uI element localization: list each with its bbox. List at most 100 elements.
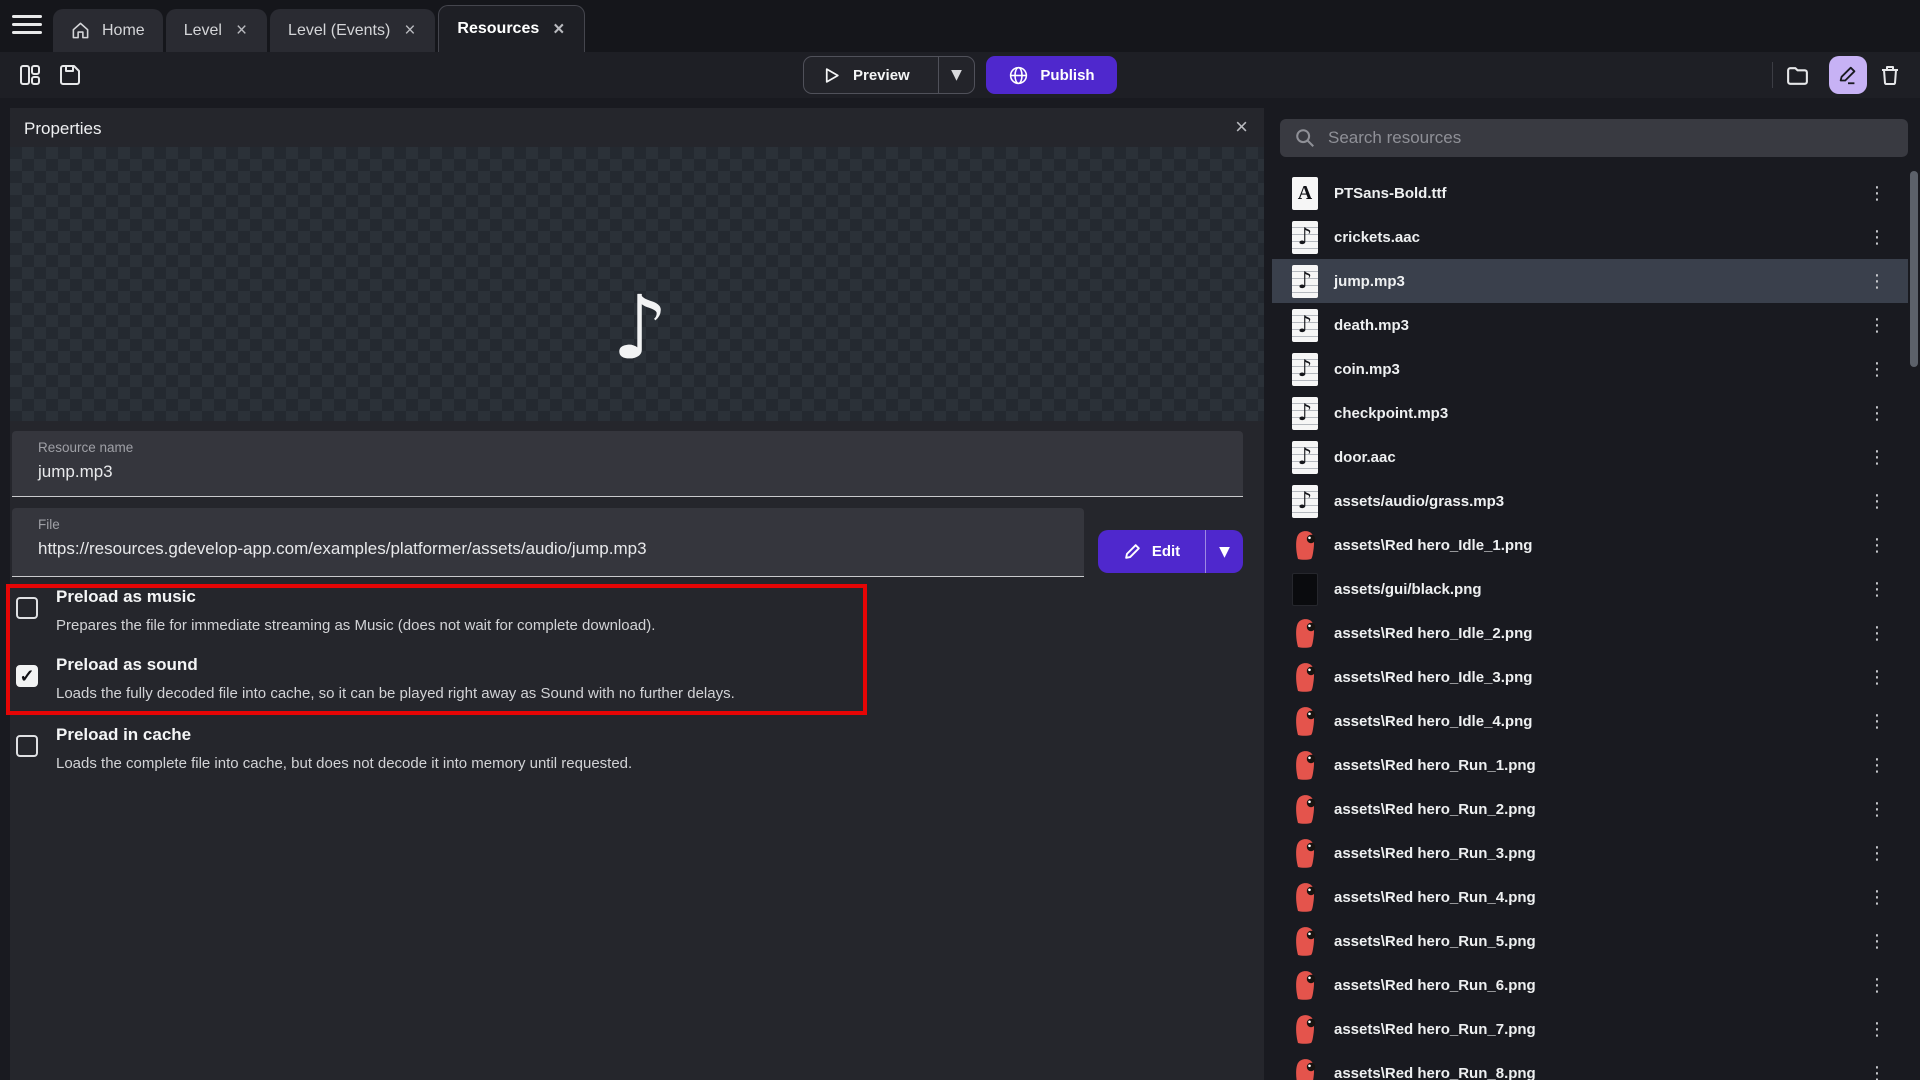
resource-list-item[interactable]: ♪death.mp3 — [1272, 303, 1908, 347]
resource-name-label: assets\Red hero_Run_6.png — [1334, 977, 1536, 994]
kebab-menu-icon[interactable] — [1868, 271, 1886, 292]
resource-name-field[interactable]: Resource name jump.mp3 — [12, 431, 1243, 497]
edit-options-button[interactable]: ▼ — [1205, 530, 1243, 573]
sprite-image-icon — [1292, 749, 1318, 782]
kebab-menu-icon[interactable] — [1868, 183, 1886, 204]
publish-button[interactable]: Publish — [986, 56, 1117, 94]
sprite-image-icon — [1292, 661, 1318, 694]
resource-list-item[interactable]: assets/gui/black.png — [1272, 567, 1908, 611]
kebab-menu-icon[interactable] — [1868, 535, 1886, 556]
kebab-menu-icon[interactable] — [1868, 491, 1886, 512]
resource-list-item[interactable]: assets\Red hero_Run_3.png — [1272, 831, 1908, 875]
kebab-menu-icon[interactable] — [1868, 799, 1886, 820]
preload-as-music-row: Preload as music Prepares the file for i… — [16, 586, 655, 636]
close-icon[interactable] — [234, 21, 249, 40]
gdevelop-window: Home Level Level (Events) Resources — [0, 0, 1920, 1080]
toolbar-divider — [1772, 62, 1773, 88]
preload-as-music-checkbox[interactable] — [16, 597, 38, 619]
resource-list-item[interactable]: assets\Red hero_Idle_3.png — [1272, 655, 1908, 699]
resource-name-label: assets\Red hero_Run_5.png — [1334, 933, 1536, 950]
option-label: Preload in cache — [56, 724, 632, 746]
kebab-menu-icon[interactable] — [1868, 711, 1886, 732]
preview-label: Preview — [853, 67, 910, 84]
preview-button[interactable]: Preview — [804, 57, 938, 93]
file-field[interactable]: File https://resources.gdevelop-app.com/… — [12, 508, 1084, 577]
save-button[interactable] — [56, 61, 84, 89]
close-panel-icon[interactable] — [1235, 114, 1248, 140]
sprite-image-icon — [1292, 837, 1318, 870]
resource-list-item[interactable]: assets\Red hero_Run_5.png — [1272, 919, 1908, 963]
search-input[interactable] — [1316, 128, 1908, 148]
audio-file-icon: ♪ — [1292, 265, 1318, 298]
kebab-menu-icon[interactable] — [1868, 755, 1886, 776]
resource-list-item[interactable]: ♪jump.mp3 — [1272, 259, 1908, 303]
resource-preview-area: ♪ — [10, 147, 1264, 421]
preload-as-sound-checkbox[interactable] — [16, 665, 38, 687]
resource-list-item[interactable]: assets\Red hero_Run_1.png — [1272, 743, 1908, 787]
resource-name-label: assets\Red hero_Run_2.png — [1334, 801, 1536, 818]
project-manager-button[interactable] — [16, 61, 44, 89]
scrollbar-thumb[interactable] — [1910, 171, 1918, 367]
tab-level-events[interactable]: Level (Events) — [270, 9, 435, 52]
folder-icon — [1785, 63, 1810, 88]
sprite-image-icon — [1292, 881, 1318, 914]
resource-list-item[interactable]: ♪coin.mp3 — [1272, 347, 1908, 391]
preload-in-cache-checkbox[interactable] — [16, 735, 38, 757]
tab-label: Home — [102, 22, 145, 40]
sprite-image-icon — [1292, 969, 1318, 1002]
kebab-menu-icon[interactable] — [1868, 623, 1886, 644]
preview-options-button[interactable]: ▼ — [938, 57, 974, 93]
panel-title: Properties — [24, 119, 101, 139]
kebab-menu-icon[interactable] — [1868, 931, 1886, 952]
kebab-menu-icon[interactable] — [1868, 227, 1886, 248]
option-label: Preload as music — [56, 586, 655, 608]
resource-list-item[interactable]: ♪crickets.aac — [1272, 215, 1908, 259]
sprite-image-icon — [1292, 925, 1318, 958]
trash-icon — [1878, 63, 1902, 87]
kebab-menu-icon[interactable] — [1868, 447, 1886, 468]
resource-list-item[interactable]: assets\Red hero_Run_8.png — [1272, 1051, 1908, 1080]
menu-icon[interactable] — [12, 15, 42, 37]
kebab-menu-icon[interactable] — [1868, 1063, 1886, 1080]
open-folder-button[interactable] — [1783, 61, 1811, 89]
delete-button[interactable] — [1876, 61, 1904, 89]
resource-list-item[interactable]: assets\Red hero_Idle_2.png — [1272, 611, 1908, 655]
resource-list-item[interactable]: assets\Red hero_Run_2.png — [1272, 787, 1908, 831]
resource-list-item[interactable]: assets\Red hero_Idle_1.png — [1272, 523, 1908, 567]
kebab-menu-icon[interactable] — [1868, 359, 1886, 380]
sprite-image-icon — [1292, 1057, 1318, 1080]
close-icon[interactable] — [551, 20, 566, 39]
kebab-menu-icon[interactable] — [1868, 975, 1886, 996]
kebab-menu-icon[interactable] — [1868, 315, 1886, 336]
field-label: Resource name — [38, 440, 133, 455]
sprite-image-icon — [1292, 1013, 1318, 1046]
edit-button[interactable]: Edit — [1098, 530, 1205, 573]
resource-list-item[interactable]: ♪checkpoint.mp3 — [1272, 391, 1908, 435]
kebab-menu-icon[interactable] — [1868, 403, 1886, 424]
resource-name-label: assets\Red hero_Run_3.png — [1334, 845, 1536, 862]
black-image-icon — [1292, 573, 1318, 606]
close-icon[interactable] — [402, 21, 417, 40]
resource-list-item[interactable]: assets\Red hero_Run_7.png — [1272, 1007, 1908, 1051]
edit-mode-button[interactable] — [1829, 56, 1867, 94]
tab-level[interactable]: Level — [166, 9, 267, 52]
tab-resources[interactable]: Resources — [438, 5, 585, 52]
kebab-menu-icon[interactable] — [1868, 667, 1886, 688]
properties-panel: Properties ♪ Resource name jump.mp3 File… — [10, 108, 1264, 1080]
resource-list-item[interactable]: APTSans-Bold.ttf — [1272, 171, 1908, 215]
resource-list-item[interactable]: ♪assets/audio/grass.mp3 — [1272, 479, 1908, 523]
search-box — [1280, 119, 1908, 157]
resource-list-item[interactable]: assets\Red hero_Idle_4.png — [1272, 699, 1908, 743]
kebab-menu-icon[interactable] — [1868, 887, 1886, 908]
resource-list-item[interactable]: ♪door.aac — [1272, 435, 1908, 479]
resource-list-item[interactable]: assets\Red hero_Run_4.png — [1272, 875, 1908, 919]
kebab-menu-icon[interactable] — [1868, 843, 1886, 864]
resource-list-item[interactable]: assets\Red hero_Run_6.png — [1272, 963, 1908, 1007]
sprite-image-icon — [1292, 793, 1318, 826]
sprite-image-icon — [1292, 617, 1318, 650]
tab-home[interactable]: Home — [53, 9, 163, 52]
tab-label: Level (Events) — [288, 22, 390, 40]
kebab-menu-icon[interactable] — [1868, 579, 1886, 600]
field-value: jump.mp3 — [38, 462, 113, 482]
kebab-menu-icon[interactable] — [1868, 1019, 1886, 1040]
